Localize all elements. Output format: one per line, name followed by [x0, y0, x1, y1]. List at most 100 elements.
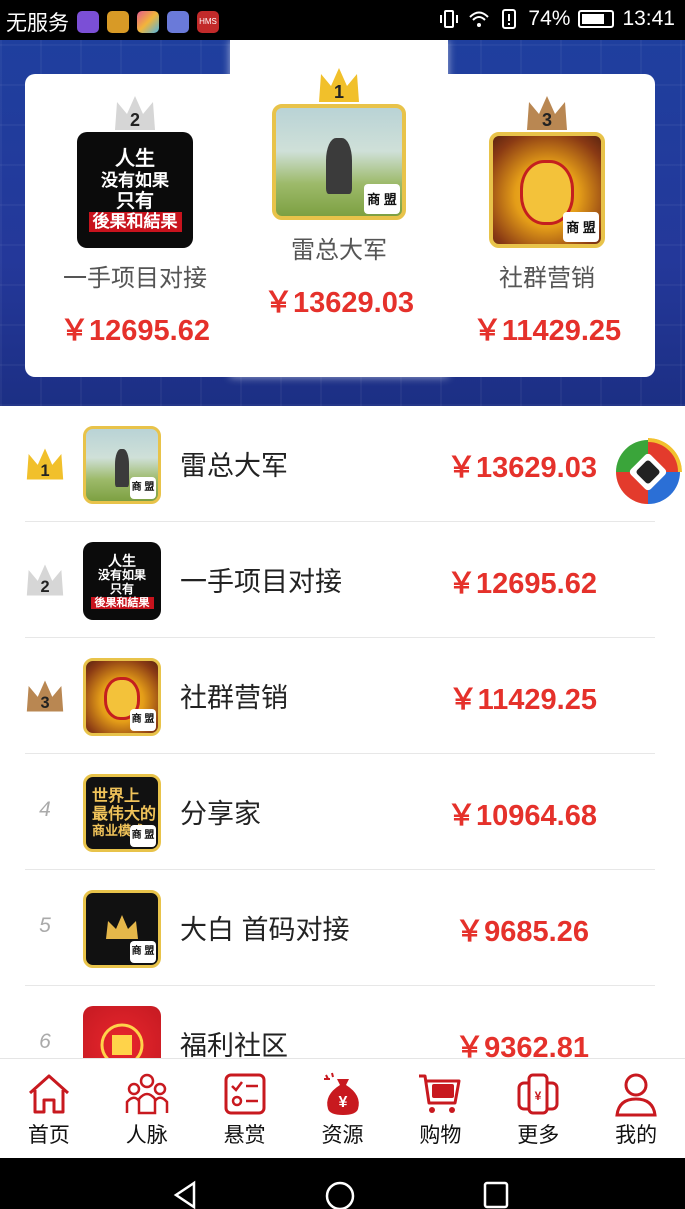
- tab-resources[interactable]: ¥ 资源: [294, 1059, 392, 1158]
- podium-avatar-2: 人生 没有如果 只有 後果和結果: [77, 132, 193, 248]
- podium-rank-3[interactable]: 3 商 盟 社群营销 ￥11429.25: [467, 94, 627, 349]
- wifi-icon: [469, 11, 490, 27]
- row-avatar: 世界上 最伟大的 商业模式 商 盟: [83, 774, 161, 852]
- more-icon: ¥: [517, 1073, 559, 1115]
- ranking-row[interactable]: 4 世界上 最伟大的 商业模式 商 盟 分享家 ￥10964.68: [25, 754, 655, 870]
- avatar-text-line: 没有如果: [101, 171, 169, 191]
- silver-crown-icon: 2: [25, 560, 65, 600]
- shangmeng-badge: 商 盟: [130, 941, 156, 963]
- task-list-icon: [224, 1073, 266, 1115]
- podium-banner: 2 人生 没有如果 只有 後果和結果 一手项目对接 ￥12695.62 1 商 …: [0, 40, 685, 406]
- tab-label: 人脉: [125, 1124, 168, 1147]
- shopping-cart-icon: [419, 1074, 461, 1113]
- ranking-row[interactable]: 2 人生 没有如果 只有 後果和結果 一手项目对接 ￥12695.62: [25, 522, 655, 638]
- assistant-app-icon: [77, 11, 99, 33]
- podium-avatar-3: 商 盟: [489, 132, 605, 248]
- svg-text:2: 2: [130, 110, 140, 130]
- svg-text:¥: ¥: [535, 1089, 542, 1103]
- row-name: 一手项目对接: [180, 567, 342, 597]
- svg-text:3: 3: [542, 110, 552, 130]
- clock: 13:41: [622, 7, 675, 30]
- row-amount: ￥12695.62: [447, 568, 597, 600]
- profile-icon: [615, 1073, 657, 1117]
- avatar-figure: [326, 138, 352, 195]
- avatar-text-line: 世界上: [92, 787, 141, 805]
- row-name: 大白 首码对接: [180, 915, 350, 945]
- bronze-crown-icon: 3: [525, 94, 569, 132]
- avatar-text-line: 没有如果: [97, 567, 146, 582]
- tab-label: 首页: [27, 1124, 70, 1147]
- battery-icon: [578, 10, 615, 28]
- podium-amount-3: ￥11429.25: [472, 315, 622, 347]
- back-icon[interactable]: [170, 1180, 200, 1209]
- sim-alert-icon: [502, 9, 517, 29]
- row-avatar: 商 盟: [83, 658, 161, 736]
- contacts-icon: [125, 1073, 169, 1115]
- podium-amount-1: ￥13629.03: [264, 287, 414, 319]
- money-bag-icon: ¥: [323, 1072, 359, 1115]
- tab-label: 悬赏: [223, 1124, 266, 1147]
- gold-crown-icon: 1: [25, 444, 65, 484]
- ranking-list: 1 商 盟 雷总大军 ￥13629.03 2 人生 没有如果 只有 後果和結果 …: [0, 406, 685, 1058]
- svg-text:1: 1: [334, 82, 344, 102]
- tab-contacts[interactable]: 人脉: [98, 1059, 196, 1158]
- row-avatar: 人生 没有如果 只有 後果和結果: [83, 542, 161, 620]
- gallery-app-icon: [137, 11, 159, 33]
- row-amount: ￥11429.25: [448, 684, 597, 716]
- svg-text:¥: ¥: [338, 1094, 347, 1111]
- ranking-row[interactable]: 6 福利社区 ￥9362.81: [25, 986, 655, 1058]
- podium-amount-2: ￥12695.62: [60, 315, 210, 347]
- podium-name-3: 社群营销: [499, 265, 595, 292]
- avatar-text-line: 只有: [115, 190, 154, 212]
- tab-label: 资源: [321, 1124, 364, 1147]
- home-circle-icon[interactable]: [324, 1180, 356, 1209]
- podium-name-1: 雷总大军: [291, 237, 387, 264]
- row-amount: ￥9685.26: [455, 916, 589, 948]
- ranking-row[interactable]: 5 商 盟 大白 首码对接 ￥9685.26: [25, 870, 655, 986]
- row-name: 分享家: [180, 799, 261, 829]
- row-name: 福利社区: [180, 1031, 288, 1058]
- home-icon: [28, 1074, 69, 1114]
- bronze-crown-icon: 3: [25, 676, 65, 716]
- row-name: 雷总大军: [180, 451, 288, 481]
- avatar-text-line: 後果和結果: [88, 212, 182, 232]
- system-nav-bar: [0, 1158, 685, 1209]
- shangmeng-badge: 商 盟: [130, 825, 156, 847]
- colorful-diamond-icon: [616, 438, 682, 504]
- fortune-emblem-icon: [100, 1023, 144, 1058]
- row-avatar: 商 盟: [83, 890, 161, 968]
- row-amount: ￥13629.03: [447, 452, 597, 484]
- shangmeng-badge: 商 盟: [130, 477, 156, 499]
- row-name: 社群营销: [180, 683, 288, 713]
- tab-profile[interactable]: 我的: [587, 1059, 685, 1158]
- status-bar: 无服务 HMS 74% 13:41: [0, 0, 685, 40]
- tab-shopping[interactable]: 购物: [391, 1059, 489, 1158]
- floating-assistant-button[interactable]: [614, 438, 682, 506]
- row-avatar: [83, 1006, 161, 1058]
- vibrate-icon: [440, 10, 459, 28]
- recents-icon[interactable]: [482, 1180, 510, 1209]
- tab-bounty[interactable]: 悬赏: [196, 1059, 294, 1158]
- carrier-label: 无服务: [6, 12, 69, 35]
- silver-crown-icon: 2: [113, 94, 157, 132]
- avatar-text-line: 人生: [115, 148, 155, 171]
- tab-label: 购物: [419, 1124, 462, 1147]
- tab-home[interactable]: 首页: [0, 1059, 98, 1158]
- podium-rank-1[interactable]: 1 商 盟 雷总大军 ￥13629.03: [259, 66, 419, 321]
- tab-label: 更多: [517, 1124, 560, 1147]
- hms-app-icon: HMS: [197, 11, 219, 33]
- row-rank-number: 5: [39, 914, 51, 937]
- ranking-row[interactable]: 3 商 盟 社群营销 ￥11429.25: [25, 638, 655, 754]
- podium-rank-2[interactable]: 2 人生 没有如果 只有 後果和結果 一手项目对接 ￥12695.62: [55, 94, 215, 349]
- shangmeng-badge: 商 盟: [364, 184, 400, 214]
- tab-more[interactable]: ¥ 更多: [489, 1059, 587, 1158]
- avatar-text-line: 只有: [109, 581, 134, 596]
- bottom-tab-bar: 首页 人脉 悬赏 ¥ 资源 购物 ¥ 更多 我的: [0, 1058, 685, 1158]
- podium-avatar-1: 商 盟: [272, 104, 406, 220]
- shangmeng-badge: 商 盟: [563, 212, 599, 242]
- svg-text:2: 2: [40, 578, 49, 596]
- ranking-row[interactable]: 1 商 盟 雷总大军 ￥13629.03: [25, 406, 655, 522]
- row-avatar: 商 盟: [83, 426, 161, 504]
- avatar-text-line: 最伟大的: [92, 805, 157, 823]
- row-amount: ￥10964.68: [447, 800, 597, 832]
